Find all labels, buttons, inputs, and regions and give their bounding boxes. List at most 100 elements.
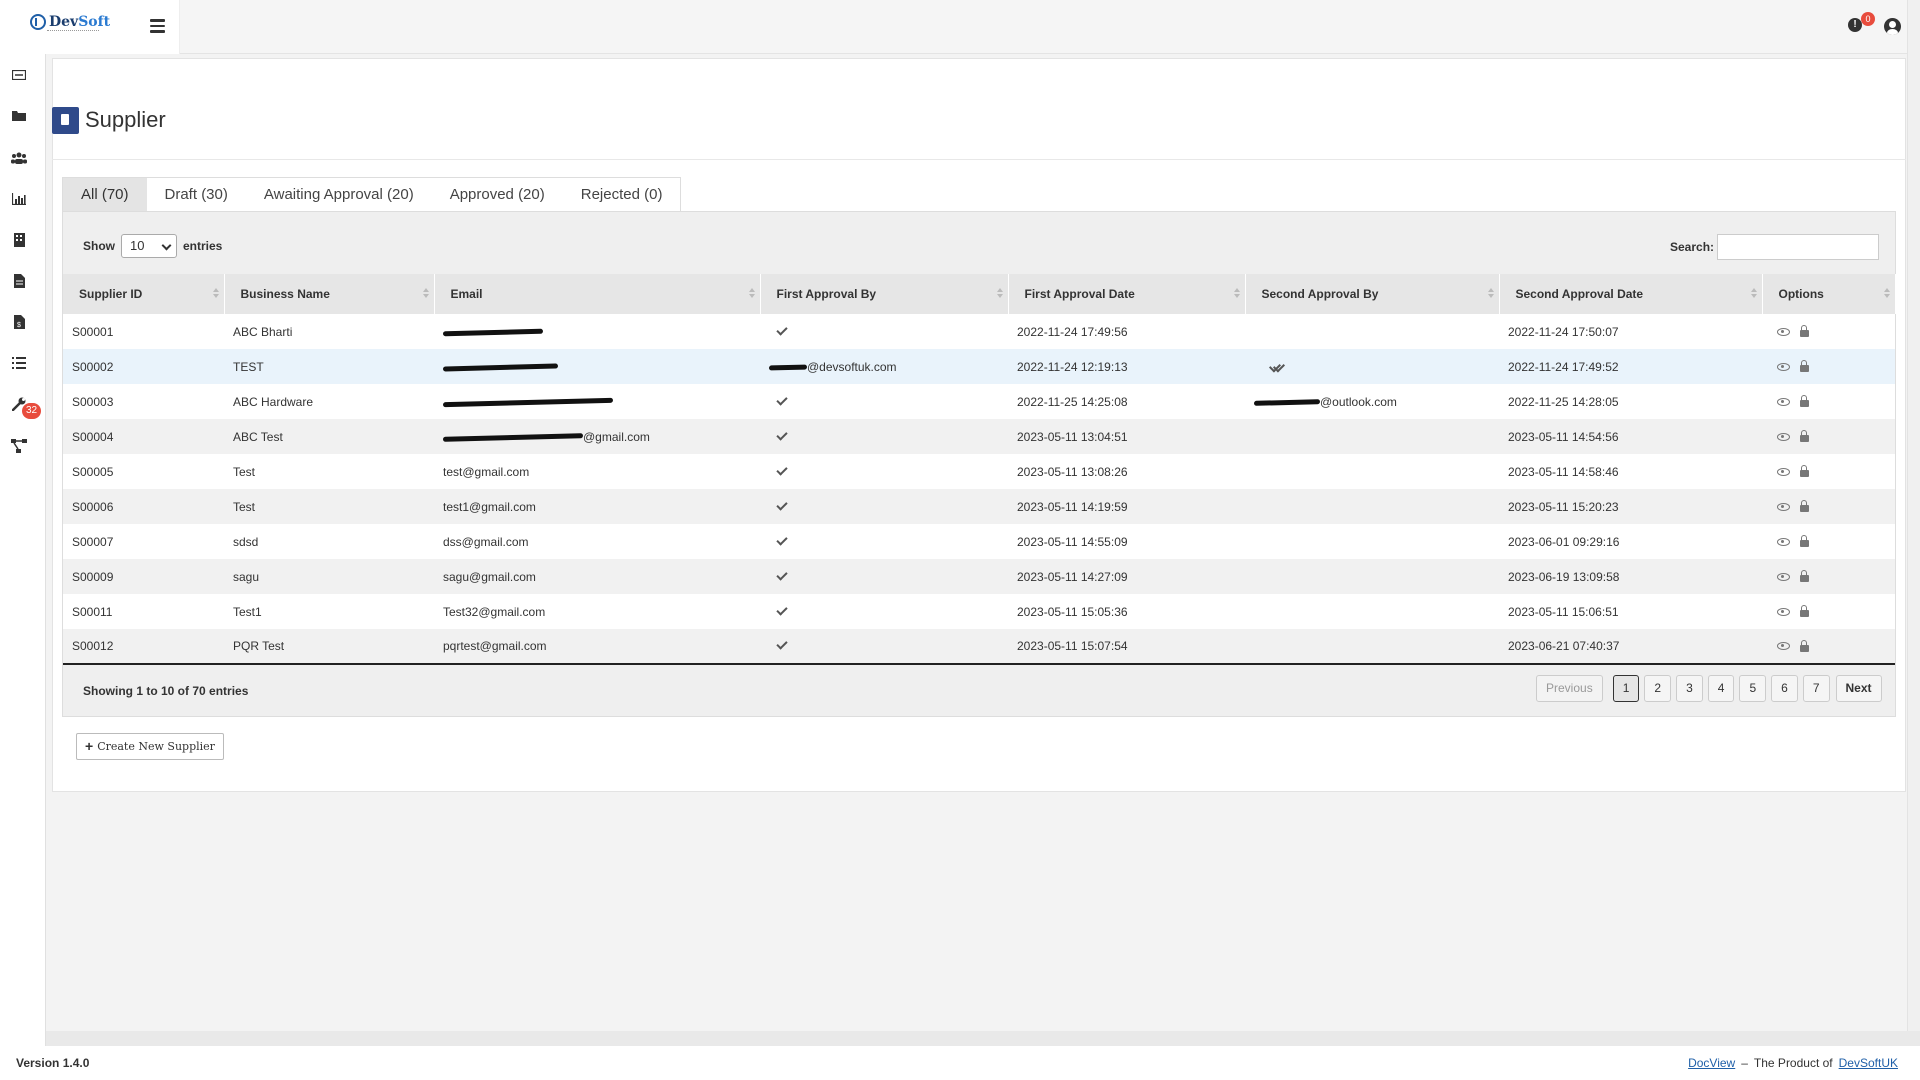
cell-supplier-id: S00011	[63, 594, 224, 629]
eye-icon[interactable]	[1777, 537, 1790, 546]
create-new-supplier-button[interactable]: + Create New Supplier	[76, 733, 224, 760]
divider	[52, 159, 1906, 160]
eye-icon[interactable]	[1777, 572, 1790, 581]
search-control: Search:	[1670, 234, 1880, 260]
lock-icon[interactable]	[1800, 535, 1809, 547]
table-row[interactable]: S00012 PQR Test pqrtest@gmail.com 2023-05-1…	[63, 629, 1895, 665]
page-button-7[interactable]: 7	[1802, 675, 1830, 702]
search-input[interactable]	[1717, 234, 1880, 260]
page-button-3[interactable]: 3	[1676, 675, 1703, 702]
col-options[interactable]: Options	[1762, 274, 1896, 314]
eye-icon[interactable]	[1777, 362, 1790, 371]
notification-badge[interactable]: 0	[1861, 12, 1875, 26]
pagination: Previous 1 2 3 4 5 6 7 Next	[1536, 675, 1882, 702]
col-second-approval-by[interactable]: Second Approval By	[1245, 274, 1500, 314]
table-row[interactable]: S00003 ABC Hardware 2022-11-25 14:25:08 @ou…	[63, 384, 1895, 419]
page-button-4[interactable]: 4	[1707, 675, 1735, 702]
table-row[interactable]: S00009 sagu sagu@gmail.com 2023-05-11 14:27…	[63, 559, 1895, 594]
cell-second-approval-date: 2023-06-01 09:29:16	[1499, 524, 1762, 559]
page-button-2[interactable]: 2	[1644, 675, 1672, 702]
cell-supplier-id: S00006	[63, 489, 224, 524]
cell-first-approval-by	[760, 384, 1008, 419]
chart-icon[interactable]	[11, 191, 27, 207]
tasks-icon[interactable]	[11, 355, 27, 371]
tab-draft[interactable]: Draft (30)	[147, 178, 246, 211]
cell-second-approval-date: 2023-06-19 13:09:58	[1499, 559, 1762, 594]
table-row[interactable]: S00007 sdsd dss@gmail.com 2023-05-11 14:55:…	[63, 524, 1895, 559]
page-button-6[interactable]: 6	[1771, 675, 1798, 702]
lock-icon[interactable]	[1800, 605, 1809, 617]
eye-icon[interactable]	[1777, 642, 1790, 650]
lock-icon[interactable]	[1800, 430, 1809, 442]
table-row[interactable]: S00004 ABC Test @gmail.com 2023-05-11 13:04…	[63, 419, 1895, 454]
invoice-icon[interactable]: $	[11, 314, 27, 330]
next-button[interactable]: Next	[1835, 675, 1882, 702]
lock-icon[interactable]	[1800, 395, 1809, 407]
user-icon[interactable]	[1884, 18, 1901, 35]
cell-first-approval-date: 2022-11-25 14:25:08	[1008, 384, 1245, 419]
lock-icon[interactable]	[1800, 360, 1809, 372]
table-row[interactable]: S00005 Test test@gmail.com 2023-05-11 13:08…	[63, 454, 1895, 489]
docview-link[interactable]: DocView	[1688, 1056, 1735, 1070]
tab-approved[interactable]: Approved (20)	[432, 178, 563, 211]
eye-icon[interactable]	[1777, 397, 1790, 406]
previous-button[interactable]: Previous	[1536, 675, 1603, 702]
cell-business-name: sdsd	[224, 524, 434, 559]
page-scrollbar[interactable]	[1907, 0, 1920, 1046]
lock-icon[interactable]	[1800, 465, 1809, 477]
sort-icon	[1750, 288, 1757, 300]
check-icon	[776, 533, 788, 546]
lock-icon[interactable]	[1800, 325, 1809, 337]
redaction-mark	[442, 432, 584, 442]
lock-icon[interactable]	[1800, 570, 1809, 582]
dashboard-icon[interactable]	[11, 67, 27, 83]
eye-icon[interactable]	[1777, 502, 1790, 511]
eye-icon[interactable]	[1777, 607, 1790, 616]
tab-all[interactable]: All (70)	[63, 178, 147, 211]
entries-select[interactable]: 10	[121, 234, 177, 258]
wrench-icon[interactable]	[11, 396, 27, 412]
cell-first-approval-date: 2022-11-24 17:49:56	[1008, 314, 1245, 349]
footer-strip	[46, 1031, 1920, 1046]
tab-awaiting-approval[interactable]: Awaiting Approval (20)	[246, 178, 432, 211]
users-icon[interactable]	[11, 150, 27, 166]
col-second-approval-date[interactable]: Second Approval Date	[1499, 274, 1763, 314]
eye-icon[interactable]	[1777, 327, 1790, 336]
document-icon[interactable]	[11, 273, 27, 289]
eye-icon[interactable]	[1777, 432, 1790, 441]
col-first-approval-date[interactable]: First Approval Date	[1008, 274, 1246, 314]
cell-second-approval-by	[1245, 559, 1499, 594]
table-row[interactable]: S00001 ABC Bharti 2022-11-24 17:49:56 2022-…	[63, 314, 1895, 349]
workflow-icon[interactable]	[11, 438, 27, 454]
page-button-1[interactable]: 1	[1612, 675, 1640, 702]
devsoftuk-link[interactable]: DevSoftUK	[1839, 1056, 1898, 1070]
table-info: Showing 1 to 10 of 70 entries	[83, 684, 249, 698]
status-tabs: All (70) Draft (30) Awaiting Approval (2…	[62, 177, 682, 212]
check-icon	[776, 393, 788, 406]
sidebar: $ 32	[0, 54, 46, 1046]
redaction-mark	[442, 363, 559, 372]
page-button-5[interactable]: 5	[1739, 675, 1767, 702]
lock-icon[interactable]	[1800, 639, 1809, 652]
cell-supplier-id: S00002	[63, 349, 224, 384]
col-first-approval-by[interactable]: First Approval By	[760, 274, 1009, 314]
cell-first-approval-date: 2023-05-11 14:27:09	[1008, 559, 1245, 594]
alert-icon[interactable]: !	[1848, 18, 1862, 32]
cell-options	[1762, 489, 1895, 524]
lock-icon[interactable]	[1800, 500, 1809, 512]
folder-icon[interactable]	[11, 108, 27, 124]
col-supplier-id[interactable]: Supplier ID	[63, 274, 225, 314]
table-row[interactable]: S00006 Test test1@gmail.com 2023-05-11 14:1…	[63, 489, 1895, 524]
table-row[interactable]: S00002 TEST @devsoftuk.com 2022-11-24 12:19…	[63, 349, 1895, 384]
cell-supplier-id: S00012	[63, 629, 224, 665]
tab-rejected[interactable]: Rejected (0)	[563, 178, 681, 211]
logo[interactable]: DevSoft	[30, 14, 110, 30]
table-row[interactable]: S00011 Test1 Test32@gmail.com 2023-05-11 15…	[63, 594, 1895, 629]
menu-icon[interactable]	[150, 19, 165, 33]
cell-second-approval-by	[1245, 524, 1499, 559]
eye-icon[interactable]	[1777, 467, 1790, 476]
col-email[interactable]: Email	[434, 274, 761, 314]
building-icon[interactable]	[11, 232, 27, 248]
col-business-name[interactable]: Business Name	[224, 274, 435, 314]
sort-icon	[1487, 288, 1494, 300]
